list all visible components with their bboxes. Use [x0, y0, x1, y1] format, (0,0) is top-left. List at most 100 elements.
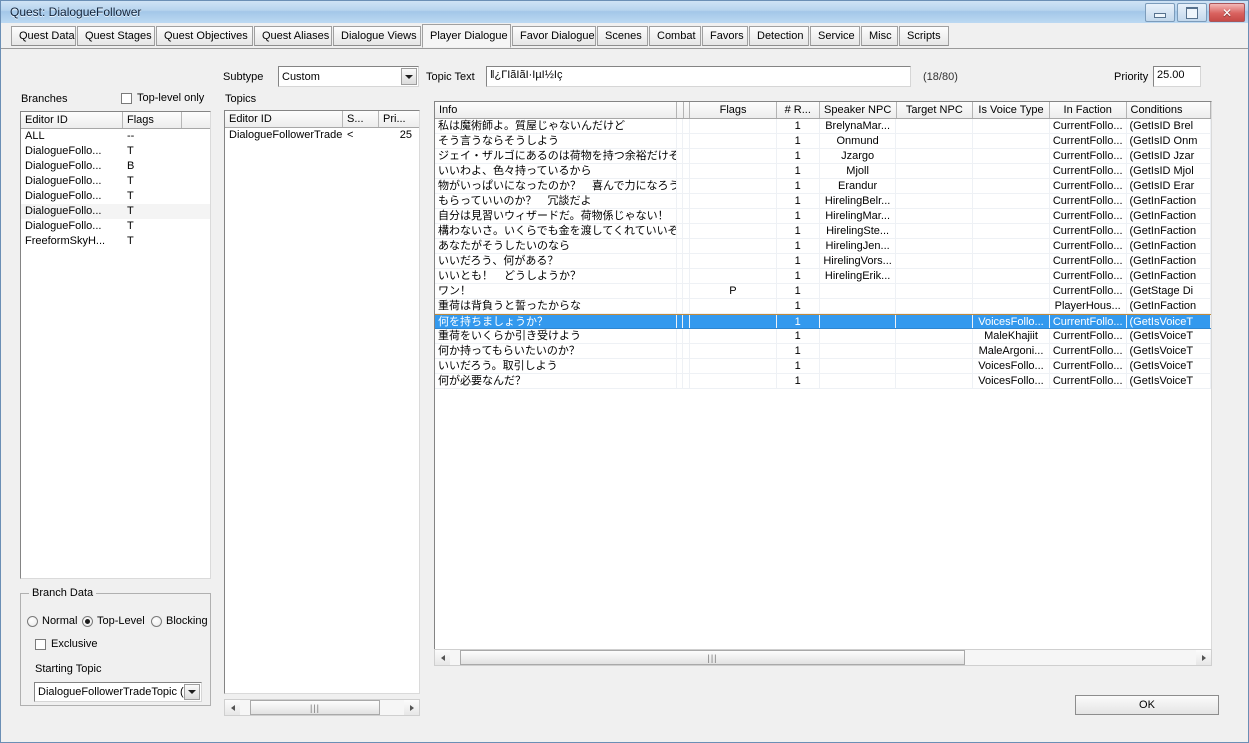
table-row[interactable]: DialogueFollo... T [21, 204, 210, 219]
tab-dialogue-views[interactable]: Dialogue Views [333, 26, 421, 46]
tab-quest-data[interactable]: Quest Data [11, 26, 76, 46]
tab-favor-dialogue[interactable]: Favor Dialogue [512, 26, 596, 46]
info-col-flags[interactable]: Flags [690, 102, 777, 118]
chevron-down-icon[interactable] [184, 684, 200, 700]
tab-favors[interactable]: Favors [702, 26, 748, 46]
topics-col-editor-id[interactable]: Editor ID [225, 111, 343, 127]
table-row[interactable]: 何か持ってもらいたいのか？ 1 MaleArgoni... CurrentFollo.… [435, 344, 1211, 359]
tab-player-dialogue[interactable]: Player Dialogue [422, 24, 511, 48]
info-col-spacer-2[interactable] [683, 102, 691, 118]
table-row[interactable]: DialogueFollo... T [21, 174, 210, 189]
radio-top-level[interactable]: Top-Level [82, 615, 145, 627]
info-cell-faction: CurrentFollo... [1050, 194, 1127, 208]
radio-normal[interactable]: Normal [27, 615, 77, 627]
tab-quest-objectives[interactable]: Quest Objectives [156, 26, 253, 46]
info-col-speaker-npc[interactable]: Speaker NPC [819, 102, 897, 118]
tab-misc[interactable]: Misc [861, 26, 898, 46]
table-row[interactable]: DialogueFollowerTrade... < 25 [225, 128, 419, 143]
tab-strip: Quest Data Quest Stages Quest Objectives… [1, 23, 1248, 49]
topics-list[interactable]: Editor ID S... Pri... DialogueFollowerTr… [224, 110, 420, 694]
table-row[interactable]: 重荷をいくらか引き受けよう 1 MaleKhajiit CurrentFollo...… [435, 329, 1211, 344]
table-row[interactable]: 何を持ちましょうか？ 1 VoicesFollo... CurrentFollo...… [435, 314, 1211, 329]
table-row[interactable]: FreeformSkyH... T [21, 234, 210, 249]
info-cell-resp: 1 [777, 254, 820, 268]
chevron-down-icon[interactable] [401, 68, 417, 85]
scroll-thumb[interactable]: ||| [460, 650, 965, 665]
table-row[interactable]: DialogueFollo... T [21, 144, 210, 159]
topics-col-s[interactable]: S... [343, 111, 379, 127]
subtype-label: Subtype [223, 71, 264, 83]
topic-text-input[interactable]: ‖¿ГІãІãІ·ІµІ½Іç [486, 66, 911, 87]
scroll-track[interactable]: ||| [450, 650, 1196, 665]
table-row[interactable]: そう言うならそうしよう 1 Onmund CurrentFollo... (GetIsI… [435, 134, 1211, 149]
table-row[interactable]: ジェイ・ザルゴにあるのは荷物を持つ余裕だけぞ 1 Jzargo CurrentFoll… [435, 149, 1211, 164]
branches-col-editor-id[interactable]: Editor ID [21, 112, 123, 128]
info-col-in-faction[interactable]: In Faction [1049, 102, 1127, 118]
exclusive-checkbox[interactable]: Exclusive [35, 638, 97, 650]
tab-scenes[interactable]: Scenes [597, 26, 648, 46]
table-row[interactable]: ワン！ P 1 CurrentFollo... (GetStage Di [435, 284, 1211, 299]
branches-list[interactable]: Editor ID Flags ALL -- DialogueFollo... … [20, 111, 211, 579]
info-grid[interactable]: Info Flags # R... Speaker NPC Target NPC… [434, 101, 1212, 659]
radio-blocking[interactable]: Blocking [151, 615, 208, 627]
ok-button[interactable]: OK [1075, 695, 1219, 715]
branches-col-flags[interactable]: Flags [123, 112, 182, 128]
info-col-responses[interactable]: # R... [776, 102, 820, 118]
tab-service[interactable]: Service [810, 26, 860, 46]
table-row[interactable]: 私は魔術師よ。質屋じゃないんだけど 1 BrelynaMar... CurrentFo… [435, 119, 1211, 134]
subtype-combobox[interactable]: Custom [278, 66, 419, 87]
table-row[interactable]: ALL -- [21, 129, 210, 144]
table-row[interactable]: いいだろう、何がある？ 1 HirelingVors... CurrentFollo.… [435, 254, 1211, 269]
info-col-is-voice-type[interactable]: Is Voice Type [973, 102, 1050, 118]
scroll-right-button[interactable] [404, 700, 419, 715]
scroll-track[interactable]: ||| [240, 700, 404, 715]
topics-hscrollbar[interactable]: ||| [224, 699, 420, 716]
info-col-conditions[interactable]: Conditions [1126, 102, 1211, 118]
minimize-button[interactable] [1145, 3, 1175, 22]
info-cell-conditions: (GetInFaction [1127, 224, 1211, 238]
table-row[interactable]: DialogueFollo... B [21, 159, 210, 174]
table-row[interactable]: DialogueFollo... T [21, 219, 210, 234]
top-level-only-checkbox[interactable]: Top-level only [121, 92, 204, 104]
info-cell-faction: CurrentFollo... [1050, 164, 1127, 178]
info-cell-spacer [683, 239, 691, 253]
info-col-target-npc[interactable]: Target NPC [896, 102, 974, 118]
table-row[interactable]: いいだろう。取引しよう 1 VoicesFollo... CurrentFollo..… [435, 359, 1211, 374]
scroll-left-button[interactable] [435, 650, 450, 665]
info-cell-spacer [677, 254, 684, 268]
info-col-info[interactable]: Info [435, 102, 677, 118]
info-grid-hscrollbar[interactable]: ||| [434, 649, 1212, 666]
tab-quest-aliases[interactable]: Quest Aliases [254, 26, 332, 46]
table-row[interactable]: DialogueFollo... T [21, 189, 210, 204]
table-row[interactable]: いいとも！ どうしようか？ 1 HirelingErik... CurrentFoll… [435, 269, 1211, 284]
table-row[interactable]: 何が必要なんだ？ 1 VoicesFollo... CurrentFollo... (G… [435, 374, 1211, 389]
tab-combat[interactable]: Combat [649, 26, 701, 46]
table-row[interactable]: 構わないさ。いくらでも金を渡してくれていいぞ 1 HirelingSte... Cur… [435, 224, 1211, 239]
info-cell-resp: 1 [777, 239, 820, 253]
info-cell-resp: 1 [777, 224, 820, 238]
starting-topic-combobox[interactable]: DialogueFollowerTradeTopic (0 [34, 682, 202, 702]
info-cell-flags [690, 149, 777, 163]
table-row[interactable]: 自分は見習いウィザードだ。荷物係じゃない！ まあいい、さ... 1Hireling… [435, 209, 1211, 224]
priority-input[interactable]: 25.00 [1153, 66, 1201, 87]
maximize-button[interactable] [1177, 3, 1207, 22]
table-row[interactable]: もらっていいのか？ 冗談だよ 1 HirelingBelr... CurrentFol… [435, 194, 1211, 209]
table-row[interactable]: あなたがそうしたいのなら 1 HirelingJen... CurrentFollo.… [435, 239, 1211, 254]
info-cell-spacer [677, 284, 684, 298]
close-button[interactable]: ✕ [1209, 3, 1245, 22]
info-cell-flags [690, 254, 777, 268]
scroll-right-button[interactable] [1196, 650, 1211, 665]
table-row[interactable]: 重荷は背負うと誓ったからな 1 PlayerHous... (GetInFaction [435, 299, 1211, 314]
tab-detection[interactable]: Detection [749, 26, 809, 46]
table-row[interactable]: いいわよ、色々持っているから 1 Mjoll CurrentFollo... (GetI… [435, 164, 1211, 179]
table-row[interactable]: 物がいっぱいになったのか？ 喜んで力になろう 1 Erandur CurrentFol… [435, 179, 1211, 194]
scroll-thumb[interactable]: ||| [250, 700, 380, 715]
tab-quest-stages[interactable]: Quest Stages [77, 26, 155, 46]
info-cell-flags [690, 194, 777, 208]
topics-col-pri[interactable]: Pri... [379, 111, 419, 127]
maximize-icon [1186, 6, 1198, 19]
info-col-spacer-1[interactable] [676, 102, 684, 118]
scroll-left-button[interactable] [225, 700, 240, 715]
tab-scripts[interactable]: Scripts [899, 26, 949, 46]
branches-col-blank[interactable] [182, 112, 210, 128]
